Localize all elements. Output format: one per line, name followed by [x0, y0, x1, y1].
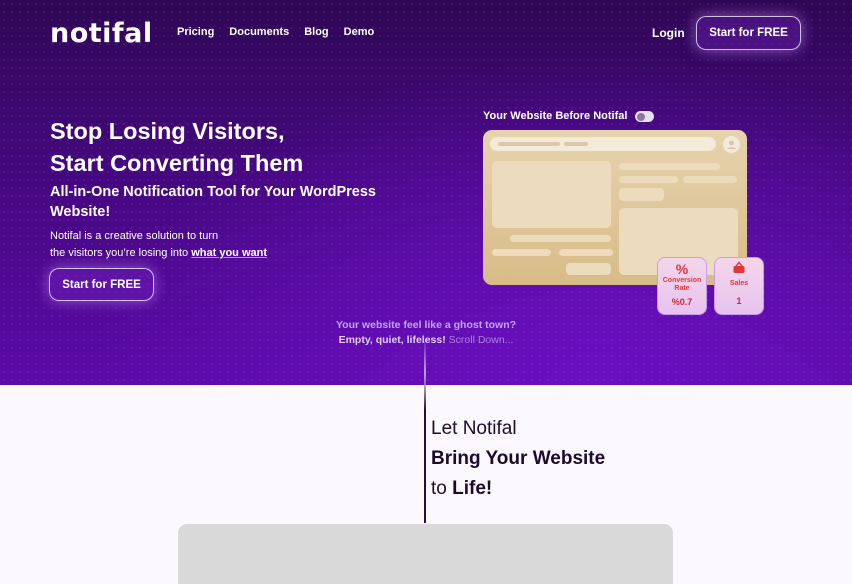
mock-text-line: [559, 249, 613, 256]
hero-subtitle: All-in-One Notification Tool for Your Wo…: [50, 184, 376, 220]
lower-line2: Bring Your Website: [431, 448, 606, 469]
demo-preview-card: [178, 524, 673, 584]
nav-item-demo[interactable]: Demo: [344, 26, 375, 38]
mock-text-line: [492, 249, 551, 256]
lower-line3-prefix: to: [431, 478, 453, 499]
mock-image-block: [492, 161, 611, 228]
lower-line3: to Life!: [431, 474, 605, 504]
ghost-town-question: Your website feel like a ghost town?: [335, 319, 517, 331]
notifal-logo[interactable]: notifal: [50, 18, 153, 49]
ghost-town-subline: Empty, quiet, lifeless! Scroll Down...: [0, 334, 852, 346]
mock-text-line: [683, 176, 737, 183]
sales-label: Sales: [729, 280, 749, 287]
mock-address-bar: [490, 137, 716, 151]
hero-description: Notifal is a creative solution to turn t…: [50, 228, 267, 262]
lower-line3-bold: Life!: [452, 478, 493, 499]
hero-title: Stop Losing Visitors, Start Converting T…: [50, 115, 303, 179]
before-after-toggle[interactable]: [635, 111, 654, 122]
login-link[interactable]: Login: [652, 26, 685, 40]
mock-text-line: [619, 163, 720, 170]
website-preview-mockup: [483, 130, 747, 285]
hero-start-free-button[interactable]: Start for FREE: [49, 268, 154, 301]
conversion-rate-value: %0.7: [671, 297, 693, 307]
header-start-free-button[interactable]: Start for FREE: [696, 16, 801, 50]
bring-to-life-heading: Let Notifal Bring Your Website to Life!: [431, 414, 605, 504]
hero-desc-emphasis: what you want: [191, 247, 268, 259]
lower-line1: Let Notifal: [431, 418, 517, 439]
basket-icon: [715, 261, 763, 278]
scroll-timeline-line: [424, 335, 426, 523]
main-nav: Pricing Documents Blog Demo: [177, 26, 389, 38]
nav-item-blog[interactable]: Blog: [304, 26, 328, 38]
hero-desc-line1: Notifal is a creative solution to turn: [50, 230, 219, 242]
mock-text-line: [619, 176, 678, 183]
hero-section: notifal Pricing Documents Blog Demo Logi…: [0, 0, 852, 385]
conversion-rate-card: % Conversion Rate %0.7: [657, 257, 707, 315]
mock-text-line: [510, 235, 611, 242]
hero-title-line2: Start Converting Them: [50, 150, 304, 176]
mock-button-block: [619, 188, 664, 201]
sales-card: Sales 1: [714, 257, 764, 315]
hero-desc-line2-prefix: the visitors you’re losing into: [50, 247, 192, 259]
scroll-down-hint: Scroll Down...: [445, 334, 514, 346]
ghost-bold-text: Empty, quiet, lifeless!: [338, 334, 446, 346]
hero-desc-line2: the visitors you’re losing into what you…: [50, 245, 267, 262]
nav-item-pricing[interactable]: Pricing: [177, 26, 214, 38]
hero-title-line1: Stop Losing Visitors,: [50, 118, 285, 144]
percent-icon: %: [675, 261, 689, 277]
mock-button-block: [566, 263, 611, 275]
nav-item-documents[interactable]: Documents: [229, 26, 289, 38]
sales-value: 1: [736, 296, 742, 306]
mock-avatar-icon: [723, 136, 740, 153]
before-toggle-label: Your Website Before Notifal: [483, 110, 628, 122]
conversion-rate-label: Conversion Rate: [662, 277, 702, 292]
